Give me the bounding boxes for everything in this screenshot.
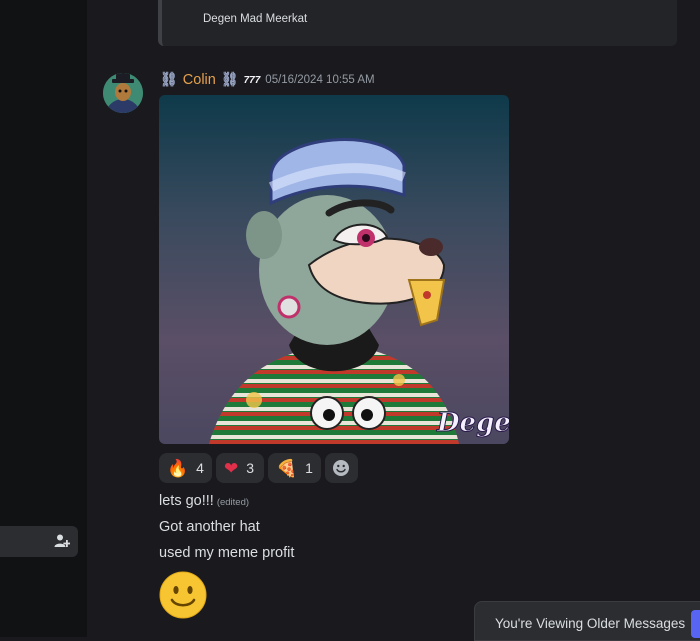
smiley-add-icon xyxy=(333,460,350,476)
reaction-heart[interactable]: ❤ 3 xyxy=(215,453,264,483)
reaction-fire[interactable]: 🔥 4 xyxy=(159,453,212,483)
user-tag: 777 xyxy=(243,74,261,86)
link-embed: Degen Mad Meerkat xyxy=(158,0,677,46)
message-text: lets go!!! xyxy=(159,493,214,509)
embed-title: Degen Mad Meerkat xyxy=(203,13,308,25)
message-header: ⛓ Colin ⛓ 777 05/16/2024 10:55 AM xyxy=(160,70,375,90)
pizza-icon: 🍕 xyxy=(275,458,298,478)
older-messages-banner[interactable]: You're Viewing Older Messages xyxy=(474,601,700,641)
reaction-count: 3 xyxy=(246,460,255,476)
message-line: used my meme profit xyxy=(159,545,294,561)
username[interactable]: Colin xyxy=(183,72,216,88)
message-image-attachment[interactable]: Degen xyxy=(159,95,509,444)
heart-icon: ❤ xyxy=(223,458,239,478)
reaction-count: 4 xyxy=(196,460,204,476)
edited-label: (edited) xyxy=(216,497,250,508)
message-timestamp[interactable]: 05/16/2024 10:55 AM xyxy=(265,74,374,86)
sidebar-channel-row[interactable] xyxy=(0,526,78,557)
message-line: lets go!!! (edited) xyxy=(159,493,249,509)
chain-emoji-right: ⛓ xyxy=(220,72,239,88)
meerkat-avatar-icon xyxy=(103,73,143,113)
chain-emoji-left: ⛓ xyxy=(160,72,178,88)
message-line: Got another hat xyxy=(159,519,260,535)
degen-meerkat-nft-image: Degen xyxy=(159,95,509,444)
server-sidebar xyxy=(0,0,87,637)
reaction-pizza[interactable]: 🍕 1 xyxy=(267,453,321,483)
message-text: used my meme profit xyxy=(159,545,295,561)
message-text: Got another hat xyxy=(159,519,260,535)
add-member-icon[interactable] xyxy=(54,533,70,549)
fire-icon: 🔥 xyxy=(167,458,189,478)
image-watermark: Degen xyxy=(436,408,509,438)
reactions-bar: 🔥 4 ❤ 3 🍕 1 xyxy=(159,453,358,483)
add-reaction-button[interactable] xyxy=(324,453,358,483)
older-messages-text: You're Viewing Older Messages xyxy=(495,616,686,631)
reaction-count: 1 xyxy=(305,460,313,476)
jump-to-present-button[interactable] xyxy=(691,610,700,638)
avatar[interactable] xyxy=(103,73,143,113)
slightly-smiling-face-icon[interactable] xyxy=(159,571,207,619)
